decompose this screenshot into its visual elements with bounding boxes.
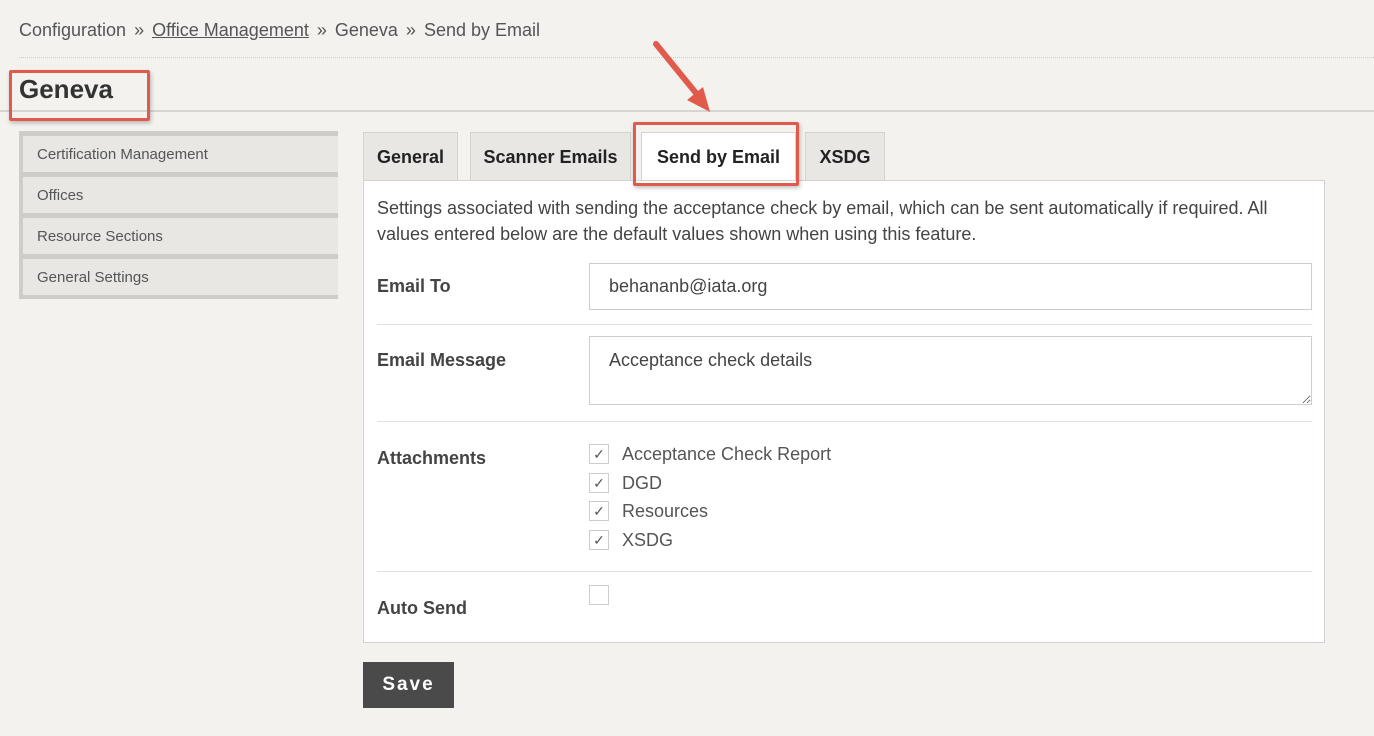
sidebar-item-general-settings[interactable]: General Settings: [19, 254, 338, 299]
attachment-resources[interactable]: ✓ Resources: [589, 500, 708, 522]
tab-send-by-email[interactable]: Send by Email: [641, 132, 796, 182]
tab-scanner-emails[interactable]: Scanner Emails: [470, 132, 631, 181]
attachment-xsdg[interactable]: ✓ XSDG: [589, 529, 673, 551]
sidebar: Certification Management Offices Resourc…: [19, 131, 338, 299]
attachment-acceptance-check-report[interactable]: ✓ Acceptance Check Report: [589, 443, 831, 465]
settings-description: Settings associated with sending the acc…: [377, 198, 1268, 244]
breadcrumb-divider: [19, 57, 1374, 58]
breadcrumb-separator: »: [316, 20, 327, 40]
title-divider: [0, 110, 1374, 112]
send-by-email-panel: Settings associated with sending the acc…: [363, 180, 1325, 643]
save-button[interactable]: Save: [363, 662, 454, 708]
attachment-dgd[interactable]: ✓ DGD: [589, 472, 662, 494]
email-to-input[interactable]: [589, 263, 1312, 310]
checkbox-checked[interactable]: ✓: [589, 501, 609, 521]
breadcrumb-geneva: Geneva: [334, 20, 398, 40]
checkbox-unchecked[interactable]: [589, 585, 609, 605]
sidebar-item-resource-sections[interactable]: Resource Sections: [19, 213, 338, 254]
auto-send-label: Auto Send: [377, 598, 467, 618]
attachment-label: Acceptance Check Report: [622, 443, 832, 464]
breadcrumb-current: Send by Email: [423, 20, 540, 40]
page-title: Geneva: [19, 74, 113, 104]
email-to-label: Email To: [377, 276, 451, 296]
tab-general[interactable]: General: [363, 132, 458, 181]
attachment-label: DGD: [622, 472, 662, 493]
sidebar-item-certification-management[interactable]: Certification Management: [19, 131, 338, 172]
row-divider: [377, 324, 1312, 325]
attachment-label: Resources: [622, 500, 709, 521]
row-divider: [377, 421, 1312, 422]
sidebar-item-offices[interactable]: Offices: [19, 172, 338, 213]
breadcrumb: Configuration » Office Management » Gene…: [19, 20, 540, 41]
breadcrumb-configuration: Configuration: [19, 20, 127, 40]
breadcrumb-office-management-link[interactable]: Office Management: [152, 20, 309, 41]
tab-xsdg[interactable]: XSDG: [805, 132, 885, 181]
attachments-label: Attachments: [377, 448, 487, 468]
breadcrumb-separator: »: [134, 20, 145, 40]
checkbox-checked[interactable]: ✓: [589, 530, 609, 550]
email-message-textarea[interactable]: Acceptance check details: [589, 336, 1312, 405]
checkbox-checked[interactable]: ✓: [589, 444, 609, 464]
callout-arrow-icon: [653, 41, 710, 112]
checkbox-checked[interactable]: ✓: [589, 473, 609, 493]
breadcrumb-separator: »: [405, 20, 416, 40]
auto-send-toggle[interactable]: [589, 584, 609, 606]
email-message-label: Email Message: [377, 350, 507, 370]
row-divider: [377, 571, 1312, 572]
attachment-label: XSDG: [622, 529, 674, 550]
